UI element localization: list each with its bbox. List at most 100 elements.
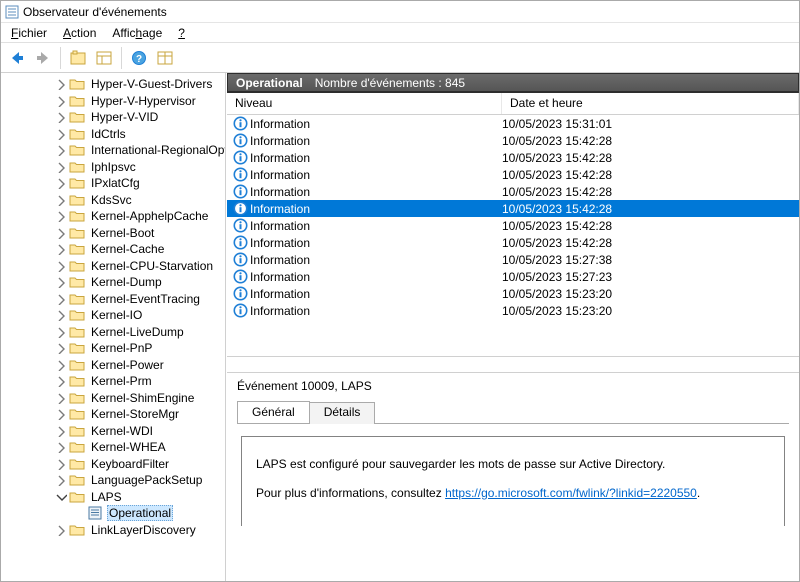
chevron-right-icon[interactable] — [55, 441, 67, 453]
event-row[interactable]: Information10/05/2023 15:31:01 — [227, 115, 799, 132]
tree-item-folder[interactable]: Kernel-WHEA — [1, 439, 225, 456]
detail-body: LAPS est configuré pour sauvegarder les … — [241, 436, 785, 526]
tree-item-folder[interactable]: Kernel-LiveDump — [1, 324, 225, 341]
event-row[interactable]: Information10/05/2023 15:27:23 — [227, 268, 799, 285]
tree-item-folder[interactable]: IPxlatCfg — [1, 175, 225, 192]
tree-item-folder[interactable]: Hyper-V-VID — [1, 109, 225, 126]
chevron-right-icon[interactable] — [55, 375, 67, 387]
chevron-right-icon[interactable] — [55, 524, 67, 536]
event-row[interactable]: Information10/05/2023 15:42:28 — [227, 200, 799, 217]
menu-action[interactable]: Action — [55, 24, 104, 42]
toolbar-btn-2[interactable] — [92, 46, 116, 70]
info-icon — [233, 133, 248, 148]
tree-item-folder[interactable]: Kernel-ApphelpCache — [1, 208, 225, 225]
event-row[interactable]: Information10/05/2023 15:23:20 — [227, 302, 799, 319]
titlebar: Observateur d'événements — [1, 1, 799, 23]
tree-item-folder[interactable]: Kernel-EventTracing — [1, 291, 225, 308]
event-row[interactable]: Information10/05/2023 15:42:28 — [227, 217, 799, 234]
chevron-right-icon[interactable] — [55, 161, 67, 173]
tree-item-folder[interactable]: Kernel-Boot — [1, 225, 225, 242]
col-header-date[interactable]: Date et heure — [502, 93, 799, 114]
chevron-right-icon[interactable] — [55, 392, 67, 404]
tree-item-folder[interactable]: LanguagePackSetup — [1, 472, 225, 489]
tree-item-folder[interactable]: Kernel-ShimEngine — [1, 390, 225, 407]
event-date-cell: 10/05/2023 15:42:28 — [502, 134, 799, 148]
tree-pane[interactable]: Hyper-V-Guest-DriversHyper-V-HypervisorH… — [1, 73, 226, 581]
tree-item-folder[interactable]: Kernel-WDI — [1, 423, 225, 440]
chevron-right-icon[interactable] — [55, 144, 67, 156]
toolbar-btn-3[interactable] — [153, 46, 177, 70]
tree-item-folder[interactable]: Kernel-Dump — [1, 274, 225, 291]
chevron-right-icon[interactable] — [55, 458, 67, 470]
event-list[interactable]: Information10/05/2023 15:31:01Informatio… — [227, 115, 799, 357]
tree-item-folder[interactable]: Kernel-Cache — [1, 241, 225, 258]
chevron-right-icon[interactable] — [55, 78, 67, 90]
forward-button[interactable] — [31, 46, 55, 70]
menu-view[interactable]: Affichage — [104, 24, 170, 42]
help-button[interactable]: ? — [127, 46, 151, 70]
chevron-right-icon[interactable] — [55, 342, 67, 354]
tree-item-folder[interactable]: International-RegionalOptions — [1, 142, 225, 159]
tree-item-folder[interactable]: Kernel-IO — [1, 307, 225, 324]
tree-item-label: Kernel-WHEA — [89, 440, 168, 454]
toolbar-btn-1[interactable] — [66, 46, 90, 70]
chevron-right-icon[interactable] — [55, 425, 67, 437]
event-row[interactable]: Information10/05/2023 15:42:28 — [227, 183, 799, 200]
col-header-level[interactable]: Niveau — [227, 93, 502, 114]
tree-item-folder[interactable]: LinkLayerDiscovery — [1, 522, 225, 539]
event-row[interactable]: Information10/05/2023 15:27:38 — [227, 251, 799, 268]
event-row[interactable]: Information10/05/2023 15:42:28 — [227, 149, 799, 166]
list-count: Nombre d'événements : 845 — [315, 76, 465, 90]
event-row[interactable]: Information10/05/2023 15:23:20 — [227, 285, 799, 302]
chevron-right-icon[interactable] — [55, 128, 67, 140]
event-level-cell: Information — [233, 116, 502, 131]
chevron-down-icon[interactable] — [55, 491, 67, 503]
back-button[interactable] — [5, 46, 29, 70]
chevron-right-icon[interactable] — [55, 309, 67, 321]
tree-item-folder[interactable]: IphIpsvc — [1, 159, 225, 176]
tree-item-folder[interactable]: Kernel-PnP — [1, 340, 225, 357]
event-level-cell: Information — [233, 201, 502, 216]
tree-item-log[interactable]: Operational — [1, 505, 225, 522]
chevron-right-icon[interactable] — [73, 507, 85, 519]
tab-details[interactable]: Détails — [309, 402, 376, 424]
info-icon — [233, 235, 248, 250]
chevron-right-icon[interactable] — [55, 95, 67, 107]
chevron-right-icon[interactable] — [55, 474, 67, 486]
chevron-right-icon[interactable] — [55, 111, 67, 123]
chevron-right-icon[interactable] — [55, 359, 67, 371]
tree-item-folder[interactable]: Hyper-V-Hypervisor — [1, 93, 225, 110]
chevron-right-icon[interactable] — [55, 177, 67, 189]
event-row[interactable]: Information10/05/2023 15:42:28 — [227, 166, 799, 183]
chevron-right-icon[interactable] — [55, 194, 67, 206]
chevron-right-icon[interactable] — [55, 243, 67, 255]
chevron-right-icon[interactable] — [55, 276, 67, 288]
chevron-right-icon[interactable] — [55, 227, 67, 239]
tree-item-folder[interactable]: Kernel-StoreMgr — [1, 406, 225, 423]
event-level-label: Information — [250, 185, 310, 199]
chevron-right-icon[interactable] — [55, 260, 67, 272]
tree-item-folder[interactable]: Kernel-Power — [1, 357, 225, 374]
tab-general[interactable]: Général — [237, 401, 310, 423]
event-date-cell: 10/05/2023 15:23:20 — [502, 287, 799, 301]
detail-link[interactable]: https://go.microsoft.com/fwlink/?linkid=… — [445, 486, 697, 500]
tree-item-label: LAPS — [89, 490, 124, 504]
tree-item-folder[interactable]: KdsSvc — [1, 192, 225, 209]
tree-item-folder[interactable]: Hyper-V-Guest-Drivers — [1, 76, 225, 93]
chevron-right-icon[interactable] — [55, 408, 67, 420]
chevron-right-icon[interactable] — [55, 293, 67, 305]
tree-item-folder[interactable]: KeyboardFilter — [1, 456, 225, 473]
event-row[interactable]: Information10/05/2023 15:42:28 — [227, 132, 799, 149]
menu-file[interactable]: Fichier — [3, 24, 55, 42]
tree-item-folder[interactable]: IdCtrls — [1, 126, 225, 143]
tree-item-folder[interactable]: LAPS — [1, 489, 225, 506]
pane-splitter[interactable] — [227, 357, 799, 373]
detail-text-1: LAPS est configuré pour sauvegarder les … — [256, 455, 770, 474]
chevron-right-icon[interactable] — [55, 210, 67, 222]
folder-icon — [69, 77, 85, 91]
event-row[interactable]: Information10/05/2023 15:42:28 — [227, 234, 799, 251]
tree-item-folder[interactable]: Kernel-Prm — [1, 373, 225, 390]
menu-help[interactable]: ? — [170, 24, 193, 42]
tree-item-folder[interactable]: Kernel-CPU-Starvation — [1, 258, 225, 275]
chevron-right-icon[interactable] — [55, 326, 67, 338]
